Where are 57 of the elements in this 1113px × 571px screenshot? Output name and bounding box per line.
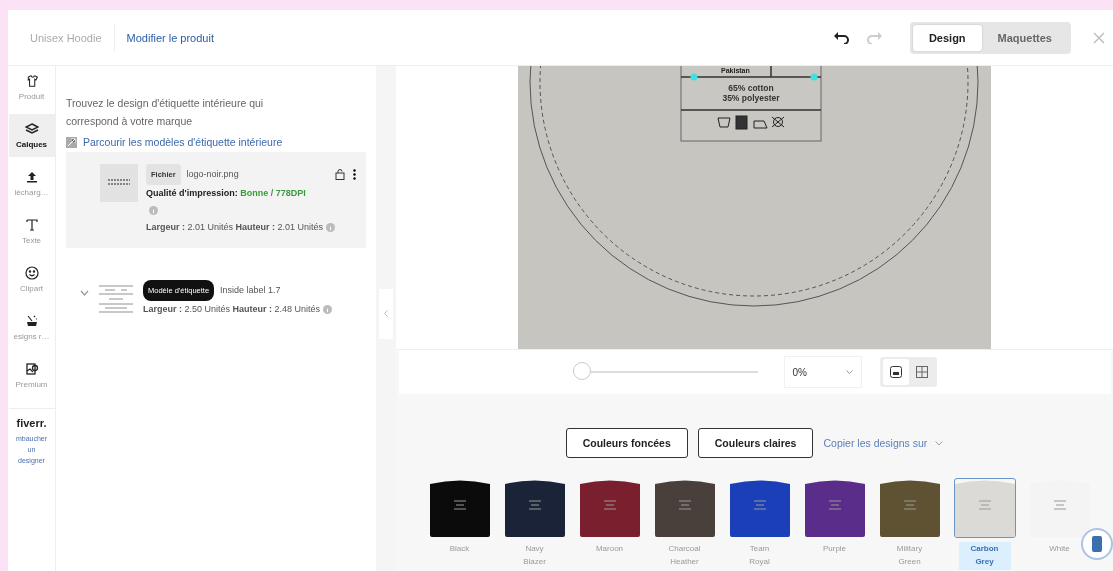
layer-name: logo-noir.png (186, 168, 239, 181)
sidebar-tab[interactable]: lécharg… (8, 162, 55, 205)
mode-tab[interactable]: Maquettes (981, 24, 1068, 51)
hoodie-swatch[interactable] (653, 478, 716, 538)
chevron-icon[interactable] (80, 290, 89, 296)
chevron-icon (845, 370, 853, 374)
dimensions-text: Largeur : 2.01 Unités Hauteur : 2.01 Unités (146, 222, 324, 232)
upload-icon (24, 170, 39, 184)
fiverr-logo: fiverr. (16, 417, 47, 429)
smiley-icon (24, 266, 39, 280)
breadcrumb-link[interactable]: Modifier le produit (114, 23, 226, 52)
color-name: Carbon Grey (958, 542, 1011, 570)
hoodie-swatch[interactable] (878, 478, 941, 538)
layers-icon (24, 122, 39, 136)
hoodie-swatch[interactable] (953, 478, 1016, 538)
label-text: 65% cotton (728, 83, 774, 93)
text-icon (24, 218, 39, 232)
color-filter-button[interactable]: Couleurs foncées (565, 428, 688, 458)
phone-icon (1091, 536, 1102, 552)
hoodie-swatch[interactable] (728, 478, 791, 538)
copy-designs-dropdown[interactable]: Copier les designs sur (823, 437, 944, 449)
more-icon[interactable] (353, 169, 356, 180)
sidebar-tab[interactable]: Calques (8, 114, 55, 157)
color-name: Team Royal (748, 543, 771, 568)
layer-name: Inside label 1.7 (220, 284, 281, 297)
color-name: Navy Blazer (522, 543, 547, 568)
image-icon (24, 362, 39, 376)
hoodie-swatch[interactable] (803, 478, 866, 538)
expand-icon (66, 136, 77, 148)
phone-preview-button[interactable] (1080, 528, 1113, 560)
sidebar-tab[interactable]: Produit (8, 66, 55, 109)
logo-thumbnail (100, 164, 138, 202)
color-name: Purple (821, 543, 848, 555)
label-drawing[interactable] (680, 66, 822, 142)
color-name: Military Green (895, 543, 924, 568)
hoodie-swatch[interactable] (503, 478, 566, 538)
dimensions-text: Largeur : 2.50 Unités Hauteur : 2.48 Unités (143, 304, 321, 314)
color-filter-button[interactable]: Couleurs claires (697, 428, 814, 458)
hoodie-swatch[interactable] (428, 478, 491, 538)
slider-thumb[interactable] (572, 362, 591, 380)
collapse-handle[interactable] (379, 288, 393, 339)
mode-tab[interactable]: Design (912, 24, 982, 51)
color-name: Charcoal Heather (667, 543, 702, 568)
color-name: Black (448, 543, 471, 555)
intro-text: Trouvez le design d'étiquette intérieure qui correspond à votre marque (66, 96, 265, 129)
quality-label: Qualité d'impression: (146, 188, 238, 198)
sidebar-tab[interactable]: Premium (8, 354, 55, 397)
quality-value: Bonne / 778DPI (240, 188, 306, 198)
image-view-icon[interactable] (882, 359, 909, 385)
zoom-select[interactable]: 0% (783, 356, 862, 388)
label-text: 35% polyester (722, 93, 780, 103)
color-name: Maroon (594, 543, 625, 555)
chevron-icon (935, 440, 944, 446)
sidebar-tab[interactable]: esigns r… (8, 306, 55, 349)
color-name: White (1048, 543, 1071, 555)
hoodie-swatch[interactable] (578, 478, 641, 538)
browse-templates-link[interactable]: Parcourir les modèles d'étiquette intérieure (66, 136, 376, 148)
